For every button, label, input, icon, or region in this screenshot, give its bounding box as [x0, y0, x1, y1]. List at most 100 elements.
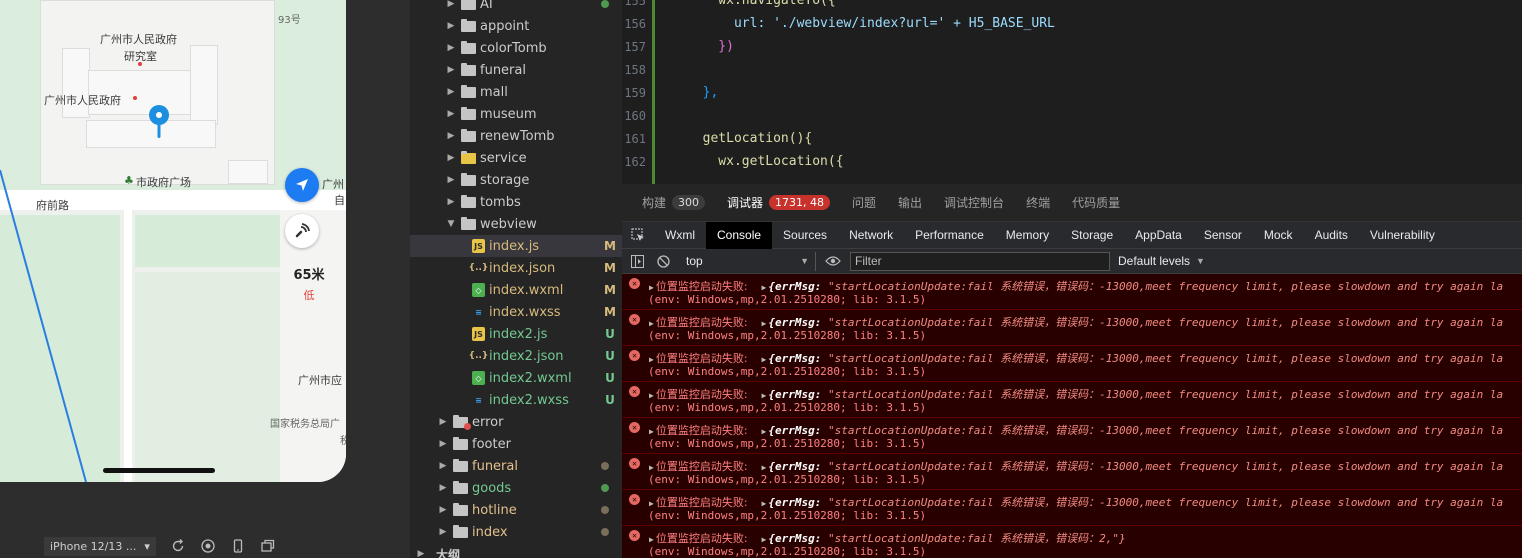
tree-folder[interactable]: ▶ goods: [410, 477, 622, 499]
tree-folder[interactable]: ▶ mall: [410, 81, 622, 103]
clear-console-icon[interactable]: [652, 249, 674, 274]
map-view[interactable]: 93号 广州市人民政府 研究室 广州市人民政府 ♣ 市政府广场 府前路 广州 自…: [0, 0, 346, 482]
tree-file[interactable]: JS index2.js U: [410, 323, 622, 345]
tree-file[interactable]: ≡ index.wxss M: [410, 301, 622, 323]
popout-icon[interactable]: [260, 538, 276, 554]
panel-tab[interactable]: 调试控制台: [944, 194, 1004, 211]
chevron-right-icon[interactable]: ▶: [438, 439, 448, 449]
rotate-icon[interactable]: [170, 538, 186, 554]
audio-button[interactable]: [285, 214, 319, 248]
chevron-right-icon[interactable]: ▶: [446, 153, 456, 163]
console-error-row[interactable]: ✕ ▶ 位置监控启动失败: ▶ {errMsg: "startLocationUpdat…: [622, 454, 1522, 490]
devtools-tab-sensor[interactable]: Sensor: [1193, 222, 1253, 249]
chevron-right-icon[interactable]: ▶: [446, 131, 456, 141]
expand-icon[interactable]: ▶: [762, 463, 767, 472]
expand-icon[interactable]: ▶: [762, 427, 767, 436]
console-error-row[interactable]: ✕ ▶ 位置监控启动失败: ▶ {errMsg: "startLocationUpdat…: [622, 490, 1522, 526]
console-error-row[interactable]: ✕ ▶ 位置监控启动失败: ▶ {errMsg: "startLocationUpdat…: [622, 274, 1522, 310]
chevron-right-icon[interactable]: ▶: [446, 65, 456, 75]
console-error-row[interactable]: ✕ ▶ 位置监控启动失败: ▶ {errMsg: "startLocationUpdat…: [622, 346, 1522, 382]
tree-folder[interactable]: ▶ museum: [410, 103, 622, 125]
tree-folder[interactable]: ▶ funeral: [410, 59, 622, 81]
tree-folder[interactable]: ▶ AI: [410, 0, 622, 15]
expand-icon[interactable]: ▶: [649, 319, 654, 328]
expand-icon[interactable]: ▶: [649, 535, 654, 544]
expand-icon[interactable]: ▶: [649, 283, 654, 292]
chevron-right-icon[interactable]: ▶: [446, 43, 456, 53]
expand-icon[interactable]: ▶: [649, 499, 654, 508]
expand-icon[interactable]: ▶: [762, 319, 767, 328]
devtools-tab-audits[interactable]: Audits: [1304, 222, 1359, 249]
tree-file[interactable]: {..} index2.json U: [410, 345, 622, 367]
chevron-right-icon[interactable]: ▶: [438, 527, 448, 537]
phone-icon[interactable]: [230, 538, 246, 554]
tree-folder[interactable]: ▶ colorTomb: [410, 37, 622, 59]
panel-tab[interactable]: 调试器 1731, 48: [727, 194, 831, 211]
tree-folder[interactable]: ▶ storage: [410, 169, 622, 191]
tree-folder[interactable]: ▶ 大纲: [410, 543, 622, 558]
expand-icon[interactable]: ▶: [762, 499, 767, 508]
locate-button[interactable]: [285, 168, 319, 202]
devtools-tab-sources[interactable]: Sources: [772, 222, 838, 249]
device-selector[interactable]: iPhone 12/13 ... ▾: [44, 536, 156, 556]
devtools-tab-vulnerability[interactable]: Vulnerability: [1359, 222, 1446, 249]
code-editor[interactable]: 155 wx.navigateTo({ 156 url: './webview/…: [622, 0, 1522, 184]
tree-folder[interactable]: ▶ footer: [410, 433, 622, 455]
chevron-right-icon[interactable]: ▶: [446, 109, 456, 119]
devtools-tab-wxml[interactable]: Wxml: [654, 222, 706, 249]
chevron-right-icon[interactable]: ▶: [438, 483, 448, 493]
tree-folder[interactable]: ▶ appoint: [410, 15, 622, 37]
eye-icon[interactable]: [822, 249, 844, 274]
devtools-tab-appdata[interactable]: AppData: [1124, 222, 1193, 249]
record-icon[interactable]: [200, 538, 216, 554]
console-error-row[interactable]: ✕ ▶ 位置监控启动失败: ▶ {errMsg: "startLocationUpdat…: [622, 418, 1522, 454]
devtools-tab-memory[interactable]: Memory: [995, 222, 1060, 249]
inspect-element-icon[interactable]: [622, 222, 654, 249]
tree-folder[interactable]: ▶ tombs: [410, 191, 622, 213]
panel-tab[interactable]: 问题: [852, 194, 876, 211]
devtools-tab-mock[interactable]: Mock: [1253, 222, 1304, 249]
console-error-row[interactable]: ✕ ▶ 位置监控启动失败: ▶ {errMsg: "startLocationUpdat…: [622, 310, 1522, 346]
tree-folder[interactable]: ▶ funeral: [410, 455, 622, 477]
devtools-tab-console[interactable]: Console: [706, 221, 773, 249]
tree-folder[interactable]: ▶ error: [410, 411, 622, 433]
tree-folder[interactable]: ▶ index: [410, 521, 622, 543]
expand-icon[interactable]: ▶: [762, 535, 767, 544]
tree-folder[interactable]: ▶ hotline: [410, 499, 622, 521]
devtools-tab-performance[interactable]: Performance: [904, 222, 995, 249]
chevron-right-icon[interactable]: ▶: [438, 461, 448, 471]
chevron-right-icon[interactable]: ▶: [446, 0, 456, 9]
chevron-right-icon[interactable]: ▶: [446, 197, 456, 207]
tree-folder[interactable]: ▶ service: [410, 147, 622, 169]
expand-icon[interactable]: ▶: [649, 355, 654, 364]
console-error-row[interactable]: ✕ ▶ 位置监控启动失败: ▶ {errMsg: "startLocationUpdat…: [622, 382, 1522, 418]
panel-tab[interactable]: 终端: [1026, 194, 1050, 211]
chevron-right-icon[interactable]: ▶: [446, 87, 456, 97]
tree-folder[interactable]: ▶ renewTomb: [410, 125, 622, 147]
devtools-tab-storage[interactable]: Storage: [1060, 222, 1124, 249]
chevron-right-icon[interactable]: ▼: [446, 219, 456, 229]
expand-icon[interactable]: ▶: [762, 391, 767, 400]
devtools-tab-network[interactable]: Network: [838, 222, 904, 249]
panel-tab[interactable]: 构建 300: [642, 194, 706, 211]
chevron-right-icon[interactable]: ▶: [438, 505, 448, 515]
tree-file[interactable]: ≡ index2.wxss U: [410, 389, 622, 411]
location-pin-icon[interactable]: [148, 105, 170, 139]
console-error-row[interactable]: ✕ ▶ 位置监控启动失败: ▶ {errMsg: "startLocationUpdat…: [622, 526, 1522, 558]
filter-input[interactable]: [850, 251, 1110, 271]
log-levels-dropdown[interactable]: Default levels ▼: [1118, 254, 1205, 268]
expand-icon[interactable]: ▶: [762, 355, 767, 364]
panel-tab[interactable]: 输出: [898, 194, 922, 211]
context-selector[interactable]: top ▼: [678, 251, 816, 271]
tree-file[interactable]: ◇ index2.wxml U: [410, 367, 622, 389]
expand-icon[interactable]: ▶: [762, 283, 767, 292]
tree-file[interactable]: ◇ index.wxml M: [410, 279, 622, 301]
panel-tab[interactable]: 代码质量: [1072, 194, 1120, 211]
expand-icon[interactable]: ▶: [649, 391, 654, 400]
tree-folder[interactable]: ▼ webview: [410, 213, 622, 235]
expand-icon[interactable]: ▶: [649, 427, 654, 436]
tree-file[interactable]: JS index.js M: [410, 235, 622, 257]
chevron-right-icon[interactable]: ▶: [446, 175, 456, 185]
chevron-right-icon[interactable]: ▶: [446, 21, 456, 31]
chevron-right-icon[interactable]: ▶: [438, 417, 448, 427]
